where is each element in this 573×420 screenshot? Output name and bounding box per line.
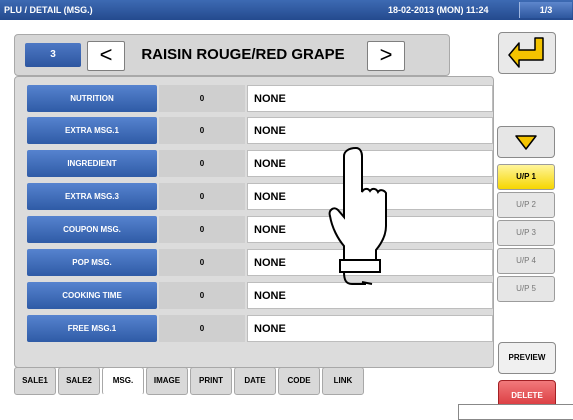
screen-title: PLU / DETAIL (MSG.) xyxy=(4,5,93,15)
tab-code[interactable]: CODE xyxy=(278,367,320,395)
row-label[interactable]: EXTRA MSG.3 xyxy=(27,183,157,210)
table-row: COOKING TIME 0 NONE xyxy=(27,282,493,309)
next-plu-button[interactable]: > xyxy=(367,41,405,71)
previous-plu-button[interactable]: < xyxy=(87,41,125,71)
page-button-up2[interactable]: U/P 2 xyxy=(497,192,555,218)
row-count[interactable]: 0 xyxy=(159,282,245,309)
preview-button[interactable]: PREVIEW xyxy=(498,342,556,374)
row-count[interactable]: 0 xyxy=(159,315,245,342)
page-button-up4[interactable]: U/P 4 xyxy=(497,248,555,274)
row-count[interactable]: 0 xyxy=(159,150,245,177)
back-button[interactable] xyxy=(498,32,556,74)
plu-name: RAISIN ROUGE/RED GRAPE xyxy=(141,46,345,63)
page-button-up5[interactable]: U/P 5 xyxy=(497,276,555,302)
tab-image[interactable]: IMAGE xyxy=(146,367,188,395)
row-value[interactable]: NONE xyxy=(247,315,493,342)
row-count[interactable]: 0 xyxy=(159,183,245,210)
plu-number[interactable]: 3 xyxy=(25,43,81,67)
table-row: EXTRA MSG.1 0 NONE xyxy=(27,117,493,144)
tab-sale2[interactable]: SALE2 xyxy=(58,367,100,395)
message-table: NUTRITION 0 NONE EXTRA MSG.1 0 NONE INGR… xyxy=(14,76,494,368)
table-row: INGREDIENT 0 NONE xyxy=(27,150,493,177)
pointing-hand-icon xyxy=(328,146,387,285)
row-label[interactable]: NUTRITION xyxy=(27,85,157,112)
row-label[interactable]: EXTRA MSG.1 xyxy=(27,117,157,144)
row-count[interactable]: 0 xyxy=(159,117,245,144)
row-value[interactable]: NONE xyxy=(247,85,493,112)
row-label[interactable]: COUPON MSG. xyxy=(27,216,157,243)
date-time: 18-02-2013 (MON) 11:24 xyxy=(388,5,489,15)
row-count[interactable]: 0 xyxy=(159,216,245,243)
page-button-up1[interactable]: U/P 1 xyxy=(497,164,555,190)
page-button-up3[interactable]: U/P 3 xyxy=(497,220,555,246)
plu-bar: 3 < RAISIN ROUGE/RED GRAPE > xyxy=(14,34,450,76)
down-triangle-icon xyxy=(515,135,537,150)
row-count[interactable]: 0 xyxy=(159,249,245,276)
return-arrow-icon xyxy=(508,37,544,68)
row-label[interactable]: FREE MSG.1 xyxy=(27,315,157,342)
page-indicator: 1/3 xyxy=(519,2,572,18)
tab-link[interactable]: LINK xyxy=(322,367,364,395)
row-label[interactable]: INGREDIENT xyxy=(27,150,157,177)
tab-sale1[interactable]: SALE1 xyxy=(14,367,56,395)
row-label[interactable]: COOKING TIME xyxy=(27,282,157,309)
scroll-down-button[interactable] xyxy=(497,126,555,158)
status-bar: PLU / DETAIL (MSG.) 18-02-2013 (MON) 11:… xyxy=(0,0,573,20)
row-count[interactable]: 0 xyxy=(159,85,245,112)
table-row: COUPON MSG. 0 NONE xyxy=(27,216,493,243)
table-row: NUTRITION 0 NONE xyxy=(27,85,493,112)
table-row: EXTRA MSG.3 0 NONE xyxy=(27,183,493,210)
table-row: FREE MSG.1 0 NONE xyxy=(27,315,493,342)
main-panel: 3 < RAISIN ROUGE/RED GRAPE > NUTRITION 0… xyxy=(0,20,573,418)
tab-date[interactable]: DATE xyxy=(234,367,276,395)
tab-msg[interactable]: MSG. xyxy=(102,367,144,395)
table-row: POP MSG. 0 NONE xyxy=(27,249,493,276)
row-label[interactable]: POP MSG. xyxy=(27,249,157,276)
tab-print[interactable]: PRINT xyxy=(190,367,232,395)
row-value[interactable]: NONE xyxy=(247,117,493,144)
